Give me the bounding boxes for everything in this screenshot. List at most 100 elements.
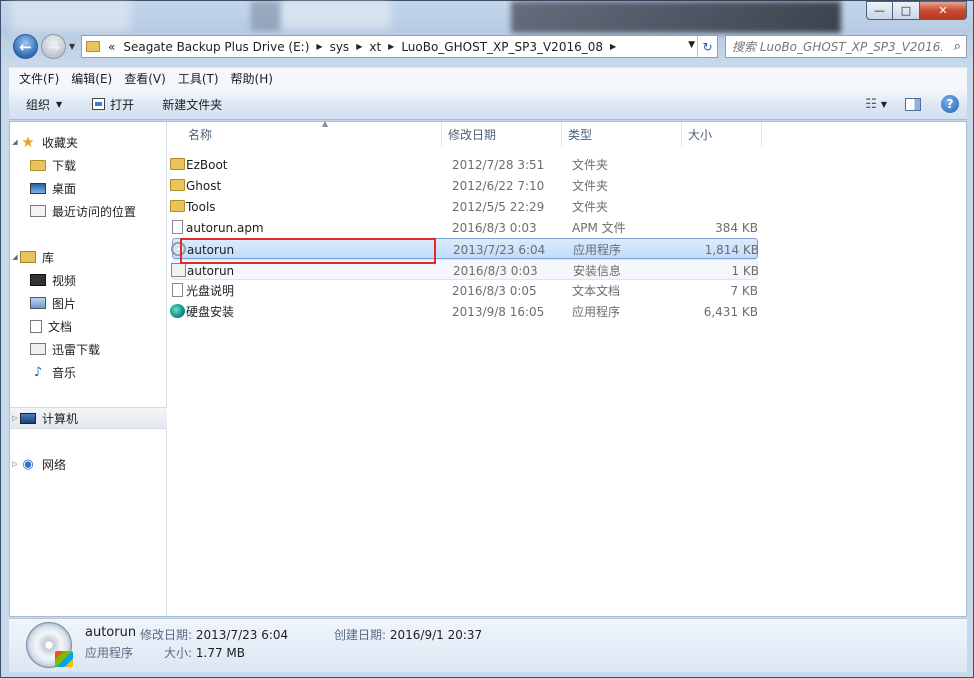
title-bar-backdrop bbox=[511, 1, 841, 33]
file-date: 2016/8/3 0:03 bbox=[453, 263, 538, 278]
file-row[interactable]: EzBoot 2012/7/28 3:51 文件夹 bbox=[170, 154, 758, 175]
file-date: 2013/7/23 6:04 bbox=[453, 242, 546, 257]
help-icon[interactable]: ? bbox=[941, 95, 959, 113]
preview-pane-icon[interactable] bbox=[905, 97, 921, 111]
sidebar-item-label: 收藏夹 bbox=[42, 135, 79, 150]
downloads-folder-icon bbox=[30, 159, 46, 171]
menu-edit[interactable]: 编辑(E) bbox=[65, 70, 118, 87]
sidebar-item-favorites[interactable]: ◢ ★ 收藏夹 bbox=[10, 131, 167, 153]
file-date: 2012/6/22 7:10 bbox=[452, 178, 545, 193]
breadcrumb-drive[interactable]: Seagate Backup Plus Drive (E:) bbox=[123, 40, 309, 54]
sidebar-item-pictures[interactable]: 图片 bbox=[10, 292, 167, 314]
expand-icon[interactable]: ◢ bbox=[10, 138, 20, 146]
pictures-icon bbox=[30, 297, 46, 309]
address-bar[interactable]: « Seagate Backup Plus Drive (E:) ▶ sys ▶… bbox=[81, 35, 718, 58]
sidebar-item-libraries[interactable]: ◢ 库 bbox=[10, 246, 167, 268]
sidebar-item-downloads[interactable]: 下载 bbox=[10, 154, 167, 176]
sidebar-item-network[interactable]: ▷ ◉ 网络 bbox=[10, 453, 167, 475]
column-date-label: 修改日期 bbox=[448, 128, 497, 142]
file-row[interactable]: Tools 2012/5/5 22:29 文件夹 bbox=[170, 196, 758, 217]
column-name[interactable]: 名称 ▲ bbox=[182, 119, 442, 147]
sidebar-item-label: 视频 bbox=[52, 273, 77, 288]
hdd-install-icon bbox=[170, 304, 185, 318]
column-name-label: 名称 bbox=[188, 128, 213, 142]
search-box[interactable]: ⌕ bbox=[725, 35, 967, 58]
breadcrumb-sys[interactable]: sys bbox=[330, 40, 350, 54]
address-dropdown-icon[interactable]: ▼ bbox=[688, 40, 695, 50]
folder-icon bbox=[170, 179, 185, 191]
file-icon bbox=[172, 220, 183, 234]
details-created-value: 2016/9/1 20:37 bbox=[389, 628, 483, 642]
breadcrumb-overflow[interactable]: « bbox=[108, 40, 115, 54]
file-row[interactable]: 硬盘安装 2013/9/8 16:05 应用程序 6,431 KB bbox=[170, 301, 758, 322]
file-type: 安装信息 bbox=[573, 264, 622, 278]
file-type: 应用程序 bbox=[573, 243, 622, 257]
documents-icon bbox=[30, 319, 42, 333]
breadcrumb-separator-icon[interactable]: ▶ bbox=[316, 42, 322, 51]
expand-icon[interactable]: ◢ bbox=[10, 253, 20, 261]
sidebar-item-documents[interactable]: 文档 bbox=[10, 315, 167, 337]
column-date[interactable]: 修改日期 bbox=[442, 122, 562, 147]
view-dropdown-icon[interactable]: ▼ bbox=[881, 100, 887, 109]
minimize-button[interactable]: — bbox=[866, 1, 893, 20]
close-button[interactable]: ✕ bbox=[920, 1, 967, 20]
sidebar-item-label: 迅雷下载 bbox=[52, 342, 101, 357]
breadcrumb-xt[interactable]: xt bbox=[369, 40, 381, 54]
menu-help[interactable]: 帮助(H) bbox=[225, 70, 279, 87]
menu-tools[interactable]: 工具(T) bbox=[172, 70, 225, 87]
file-name: Tools bbox=[186, 199, 216, 214]
column-size[interactable]: 大小 bbox=[682, 122, 762, 147]
details-created: 创建日期: 2016/9/1 20:37 bbox=[334, 626, 482, 643]
file-row[interactable]: autorun.apm 2016/8/3 0:03 APM 文件 384 KB bbox=[172, 217, 758, 238]
file-size: 1,814 KB bbox=[704, 242, 759, 257]
title-bar[interactable]: — □ ✕ bbox=[1, 1, 973, 33]
organize-label: 组织 bbox=[26, 97, 51, 112]
explorer-window: — □ ✕ ← → ▼ « Seagate Backup Plus Drive … bbox=[0, 0, 974, 678]
new-folder-button[interactable]: 新建文件夹 bbox=[162, 96, 222, 113]
file-name: autorun.apm bbox=[186, 220, 264, 235]
maximize-button[interactable]: □ bbox=[893, 1, 920, 20]
menu-file[interactable]: 文件(F) bbox=[13, 70, 65, 87]
file-size: 7 KB bbox=[730, 283, 758, 298]
sidebar-item-label: 最近访问的位置 bbox=[52, 204, 137, 219]
forward-button[interactable]: → bbox=[41, 34, 66, 59]
file-date: 2013/9/8 16:05 bbox=[452, 304, 545, 319]
breadcrumb-separator-icon[interactable]: ▶ bbox=[610, 42, 616, 51]
recent-pages-dropdown-icon[interactable]: ▼ bbox=[69, 42, 75, 51]
menu-view[interactable]: 查看(V) bbox=[118, 70, 172, 87]
file-date: 2012/7/28 3:51 bbox=[452, 157, 545, 172]
file-type: 文件夹 bbox=[572, 200, 609, 214]
expand-icon[interactable]: ▷ bbox=[10, 414, 20, 422]
back-button[interactable]: ← bbox=[13, 34, 38, 59]
sidebar-item-label: 桌面 bbox=[52, 181, 77, 196]
search-input[interactable] bbox=[732, 39, 942, 54]
sidebar-item-videos[interactable]: 视频 bbox=[10, 269, 167, 291]
change-view-icon[interactable]: ☷ bbox=[865, 97, 877, 112]
sidebar-item-desktop[interactable]: 桌面 bbox=[10, 177, 167, 199]
organize-button[interactable]: 组织 ▼ bbox=[26, 96, 62, 113]
file-row[interactable]: 光盘说明 2016/8/3 0:05 文本文档 7 KB bbox=[172, 280, 758, 301]
sidebar-item-computer[interactable]: ▷ 计算机 bbox=[10, 407, 167, 429]
open-button[interactable]: 打开 bbox=[92, 96, 134, 113]
sidebar-item-xunlei[interactable]: 迅雷下载 bbox=[10, 338, 167, 360]
file-size bbox=[692, 196, 758, 217]
file-row[interactable]: Ghost 2012/6/22 7:10 文件夹 bbox=[170, 175, 758, 196]
content-area: ◢ ★ 收藏夹 下载 桌面 最近访问的位置 ◢ 库 视频 图片 文档 迅雷下载 … bbox=[9, 119, 967, 617]
open-label: 打开 bbox=[110, 97, 135, 112]
breadcrumb-separator-icon[interactable]: ▶ bbox=[388, 42, 394, 51]
sidebar-item-recent[interactable]: 最近访问的位置 bbox=[10, 200, 167, 222]
file-size: 6,431 KB bbox=[703, 304, 758, 319]
file-type: 文件夹 bbox=[572, 158, 609, 172]
refresh-icon[interactable]: ↻ bbox=[697, 36, 717, 57]
breadcrumb-separator-icon[interactable]: ▶ bbox=[356, 42, 362, 51]
breadcrumb-current-folder[interactable]: LuoBo_GHOST_XP_SP3_V2016_08 bbox=[401, 40, 603, 54]
sidebar-item-music[interactable]: ♪ 音乐 bbox=[10, 361, 167, 383]
desktop-icon bbox=[30, 182, 46, 194]
windows-flag-icon bbox=[55, 651, 73, 667]
column-type[interactable]: 类型 bbox=[562, 122, 682, 147]
details-created-label: 创建日期: bbox=[334, 628, 387, 642]
expand-icon[interactable]: ▷ bbox=[10, 460, 20, 468]
title-bar-backdrop bbox=[11, 1, 131, 31]
search-icon[interactable]: ⌕ bbox=[954, 39, 961, 54]
file-size: 1 KB bbox=[731, 263, 759, 278]
